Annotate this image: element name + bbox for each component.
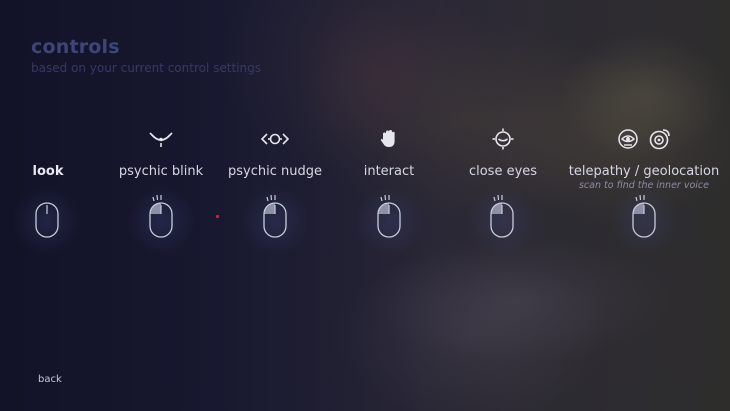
mouse-left-click-icon: [609, 186, 679, 256]
control-telepathy-geolocation: telepathy / geolocation scan to find the…: [564, 122, 724, 191]
back-button[interactable]: back: [38, 374, 62, 385]
page-subtitle: based on your current control settings: [31, 61, 261, 75]
cursor-marker: [216, 215, 219, 218]
mouse-left-click-icon: [240, 186, 310, 256]
closed-eye-icon: [492, 128, 514, 150]
blink-icon: [149, 132, 173, 147]
control-label: telepathy / geolocation: [568, 164, 720, 179]
control-label: close eyes: [468, 164, 538, 179]
mouse-icon: [12, 186, 82, 256]
page-title: controls: [31, 36, 120, 58]
mouse-left-click-icon: [467, 186, 537, 256]
nudge-icon: [260, 133, 290, 145]
telepathy-icon: [618, 129, 638, 149]
geolocation-icon: [649, 129, 670, 150]
mouse-left-click-icon: [126, 186, 196, 256]
mouse-left-click-icon: [354, 186, 424, 256]
control-close-eyes: close eyes: [423, 122, 583, 179]
hand-icon: [380, 130, 395, 147]
